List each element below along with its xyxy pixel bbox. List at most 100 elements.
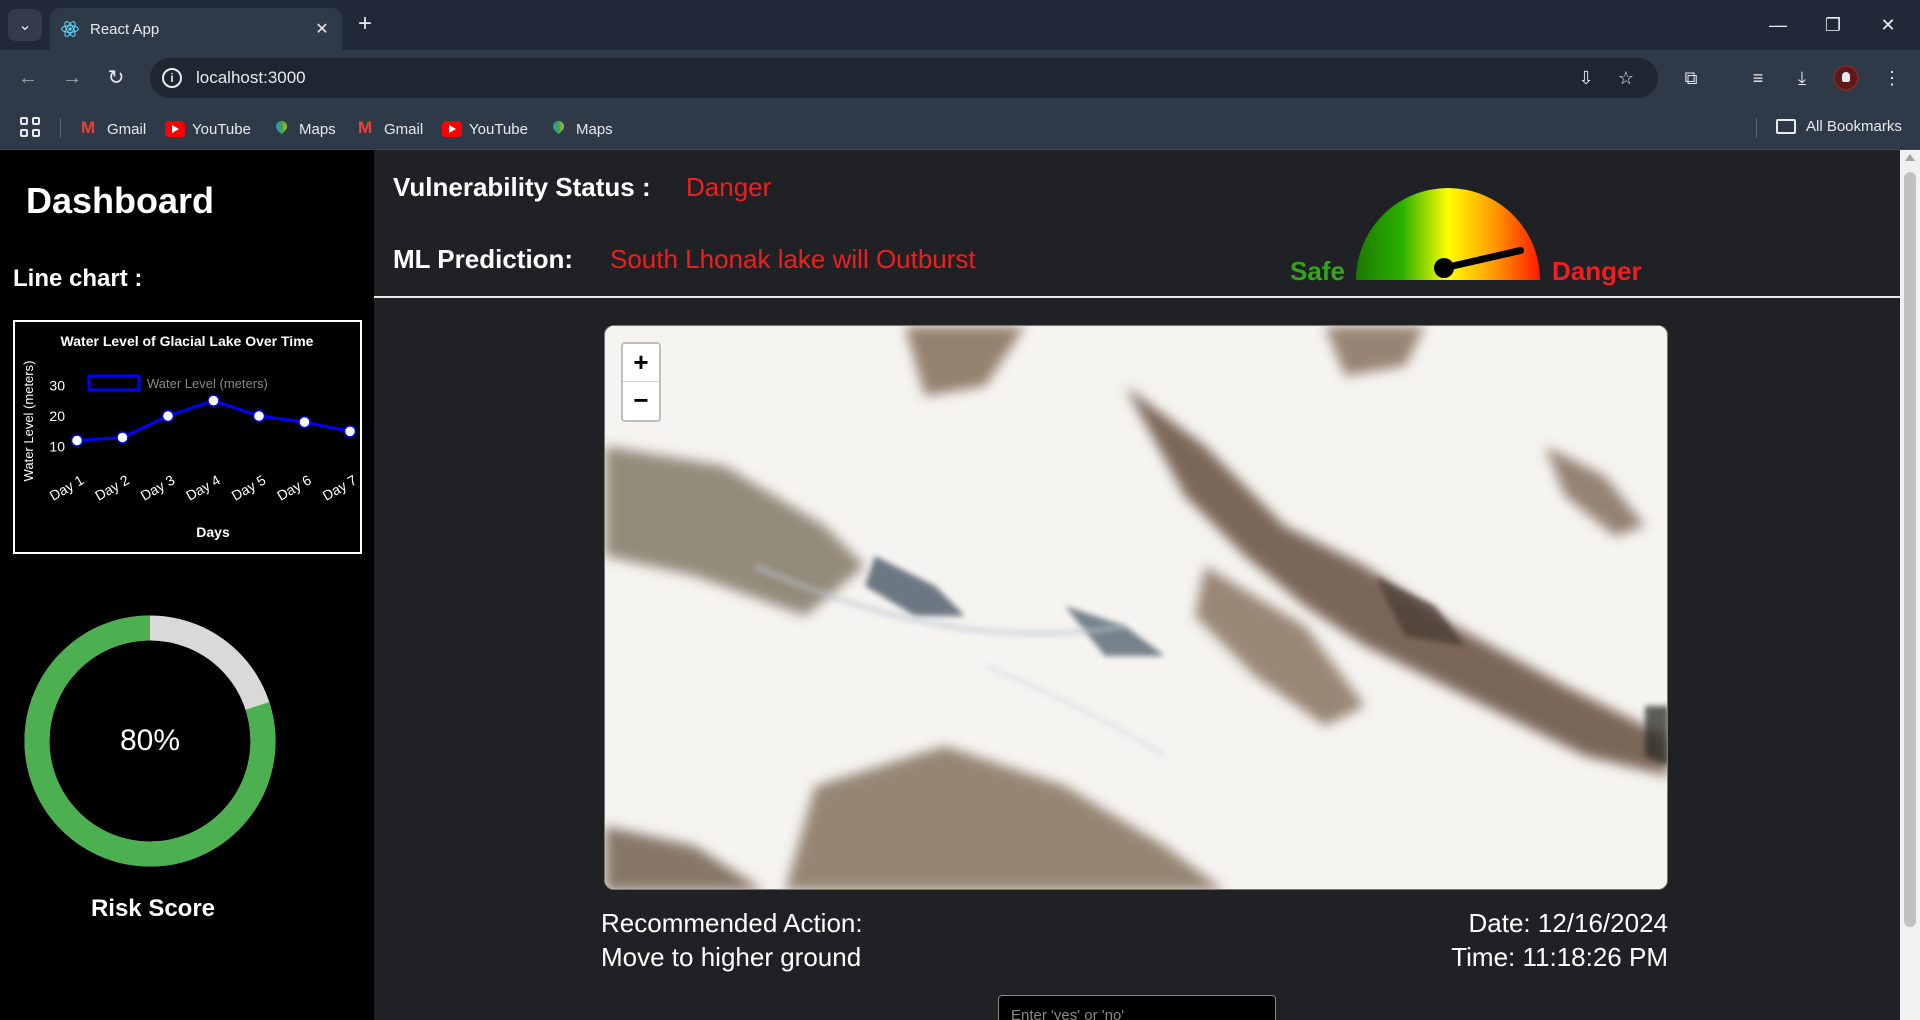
- x-tick-label: Day 3: [138, 471, 178, 503]
- downloads-icon[interactable]: ⤓: [1788, 64, 1816, 92]
- water-level-chart: Water Level of Glacial Lake Over Time Wat…: [13, 320, 362, 554]
- x-tick-label: Day 7: [320, 471, 360, 503]
- bookmarks-separator: [1756, 118, 1757, 138]
- address-bar[interactable]: i localhost:3000 ⇩ ☆: [150, 58, 1658, 98]
- youtube-icon: [442, 121, 462, 137]
- extensions-icon[interactable]: ⧉: [1677, 64, 1705, 92]
- dashboard-title: Dashboard: [26, 180, 215, 221]
- bookmark-maps[interactable]: Maps: [272, 118, 336, 140]
- gauge-pivot: [1434, 258, 1454, 278]
- bookmark-gmail[interactable]: Gmail: [357, 118, 423, 140]
- current-time: Time: 11:18:26 PM: [1451, 942, 1668, 972]
- restore-icon[interactable]: ❐: [1818, 12, 1848, 38]
- gmail-icon: [357, 118, 377, 138]
- site-info-icon[interactable]: i: [162, 68, 182, 88]
- browser-toolbar: ← → ↻ i localhost:3000 ⇩ ☆ ⧉ ≡ ⤓ ⋮: [0, 50, 1920, 106]
- data-point: [343, 425, 357, 438]
- x-tick-label: Day 4: [183, 471, 223, 503]
- bookmark-maps[interactable]: Maps: [549, 118, 613, 140]
- bookmark-label: Gmail: [107, 120, 147, 138]
- data-point: [161, 409, 175, 423]
- current-date: Date: 12/16/2024: [1468, 908, 1669, 938]
- x-tick-label: Day 1: [47, 471, 87, 503]
- risk-percent: 80%: [119, 724, 181, 757]
- forward-icon[interactable]: →: [58, 64, 86, 92]
- zoom-in-button[interactable]: +: [623, 344, 659, 382]
- zoom-out-button[interactable]: −: [623, 382, 659, 420]
- chart-title: Water Level of Glacial Lake Over Time: [61, 333, 314, 349]
- browser-titlebar: ⌄ React App ✕ + — ❐ ✕: [0, 0, 1920, 50]
- bookmark-gmail[interactable]: Gmail: [80, 118, 146, 140]
- data-point: [252, 409, 266, 423]
- sidebar: Dashboard Line chart : Water Level of Gl…: [0, 150, 374, 1020]
- back-icon[interactable]: ←: [14, 64, 42, 92]
- danger-gauge: [1356, 188, 1540, 280]
- react-logo-icon: [61, 21, 79, 37]
- page-scrollbar[interactable]: [1900, 150, 1920, 1020]
- new-tab-icon[interactable]: +: [352, 12, 378, 38]
- data-point: [70, 434, 84, 447]
- install-app-icon[interactable]: ⇩: [1574, 66, 1598, 90]
- profile-avatar[interactable]: [1833, 65, 1859, 91]
- maps-icon: [549, 121, 569, 137]
- media-control-icon[interactable]: ≡: [1744, 64, 1772, 92]
- scroll-up-arrow-icon[interactable]: [1905, 154, 1915, 161]
- header-divider: [374, 296, 1900, 298]
- line-chart-svg: Water Level of Glacial Lake Over Time Wat…: [21, 333, 360, 540]
- tab-title: React App: [90, 20, 160, 38]
- reload-icon[interactable]: ↻: [102, 64, 130, 92]
- browser-tab[interactable]: React App ✕: [50, 8, 342, 50]
- x-tick-label: Day 5: [229, 471, 269, 503]
- risk-score-donut: 80%: [24, 615, 276, 867]
- url-text: localhost:3000: [196, 68, 306, 87]
- answer-input[interactable]: [998, 995, 1276, 1020]
- bookmark-label: YouTube: [192, 120, 251, 138]
- ml-prediction-label: ML Prediction:: [393, 244, 574, 274]
- gmail-icon: [80, 118, 100, 138]
- satellite-map[interactable]: + −: [604, 325, 1668, 890]
- data-point: [207, 394, 220, 407]
- x-tick-label: Day 2: [92, 471, 132, 503]
- apps-grid-icon[interactable]: [20, 117, 42, 139]
- y-tick-label: 30: [49, 377, 65, 393]
- menu-kebab-icon[interactable]: ⋮: [1878, 64, 1906, 92]
- legend-label: Water Level (meters): [147, 376, 268, 391]
- close-window-icon[interactable]: ✕: [1873, 12, 1903, 38]
- y-axis-label: Water Level (meters): [21, 361, 36, 482]
- main-panel: Vulnerability Status : Danger ML Predict…: [374, 150, 1900, 1020]
- close-tab-icon[interactable]: ✕: [312, 19, 332, 39]
- x-axis-label: Days: [196, 524, 230, 540]
- folder-icon: [1776, 119, 1796, 134]
- recommended-action-value: Move to higher ground: [601, 942, 862, 972]
- gauge-danger-label: Danger: [1552, 256, 1642, 286]
- app-page: Dashboard Line chart : Water Level of Gl…: [0, 150, 1900, 1020]
- map-zoom-control: + −: [621, 342, 661, 422]
- legend-swatch: [87, 374, 141, 392]
- bookmarks-separator: [60, 118, 61, 138]
- all-bookmarks[interactable]: All Bookmarks: [1776, 118, 1902, 135]
- data-point: [116, 431, 129, 444]
- bookmark-label: YouTube: [469, 120, 528, 138]
- bookmark-label: Maps: [299, 120, 336, 138]
- vulnerability-status-label: Vulnerability Status :: [393, 172, 651, 202]
- bookmark-youtube[interactable]: YouTube: [442, 118, 528, 140]
- data-point: [298, 415, 311, 429]
- bookmark-youtube[interactable]: YouTube: [165, 118, 251, 140]
- ml-prediction-value: South Lhonak lake will Outburst: [610, 244, 976, 274]
- scroll-thumb[interactable]: [1904, 172, 1916, 927]
- bookmark-star-icon[interactable]: ☆: [1614, 66, 1638, 90]
- tab-search-chevron-icon[interactable]: ⌄: [8, 9, 42, 41]
- line-chart-label: Line chart :: [13, 265, 143, 292]
- bookmark-label: Maps: [576, 120, 613, 138]
- gauge-safe-label: Safe: [1290, 256, 1345, 286]
- y-tick-label: 10: [49, 439, 65, 455]
- maps-icon: [272, 121, 292, 137]
- bookmarks-bar: Gmail YouTube Maps Gmail YouTube Maps Al…: [0, 106, 1920, 150]
- satellite-imagery: [605, 326, 1667, 889]
- x-tick-label: Day 6: [274, 471, 314, 503]
- youtube-icon: [165, 121, 185, 137]
- recommended-action-label: Recommended Action:: [601, 908, 863, 938]
- minimize-icon[interactable]: —: [1763, 12, 1793, 38]
- bookmark-label: Gmail: [384, 120, 424, 138]
- y-tick-label: 20: [49, 408, 65, 424]
